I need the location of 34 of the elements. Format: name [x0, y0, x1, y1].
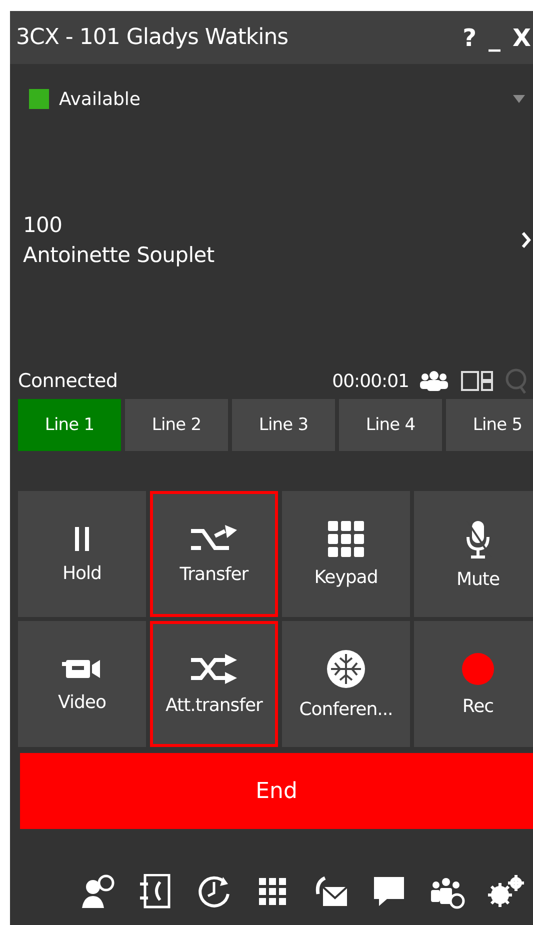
end-call-button[interactable]: End — [20, 753, 533, 829]
call-action-button[interactable]: Att.transfer — [150, 621, 278, 747]
presence-label[interactable]: Available — [59, 88, 513, 110]
dropdown-arrow-icon[interactable] — [513, 95, 525, 103]
call-action-button[interactable]: Video — [18, 621, 146, 747]
conference-circle-icon — [326, 648, 366, 688]
line-tab[interactable]: Line 2 — [125, 399, 228, 451]
call-action-button[interactable]: Rec — [414, 621, 533, 747]
record-dot-icon — [461, 652, 495, 686]
status-square — [29, 89, 49, 109]
pause-icon — [72, 524, 92, 552]
line-tab[interactable]: Line 3 — [232, 399, 335, 451]
window-title: 3CX - 101 Gladys Watkins — [16, 25, 290, 50]
help-button[interactable]: ? — [462, 24, 476, 52]
line-tab[interactable]: Line 5 — [446, 399, 533, 451]
layout-panels-icon[interactable] — [461, 370, 493, 392]
close-button[interactable]: X — [512, 24, 531, 52]
minimize-button[interactable]: _ — [488, 24, 500, 52]
shuffle-arrows-icon — [189, 652, 239, 684]
settings-gears-icon[interactable] — [487, 874, 525, 908]
call-action-button[interactable]: Conferen... — [282, 621, 410, 747]
call-timer: 00:00:01 — [332, 370, 409, 392]
call-status: Connected — [18, 370, 119, 392]
keypad-icon — [328, 520, 364, 556]
caller-number: 100 — [23, 212, 64, 236]
call-action-button[interactable]: Hold — [18, 491, 146, 617]
chevron-right-icon[interactable] — [521, 230, 531, 248]
line-tab[interactable]: Line 1 — [18, 399, 121, 451]
caller-name: Antoinette Souplet — [23, 242, 216, 266]
call-action-button[interactable]: Keypad — [282, 491, 410, 617]
call-action-button[interactable]: Mute — [414, 491, 533, 617]
line-tab[interactable]: Line 4 — [339, 399, 442, 451]
people-icon[interactable] — [419, 371, 449, 391]
call-action-button[interactable]: Transfer — [150, 491, 278, 617]
